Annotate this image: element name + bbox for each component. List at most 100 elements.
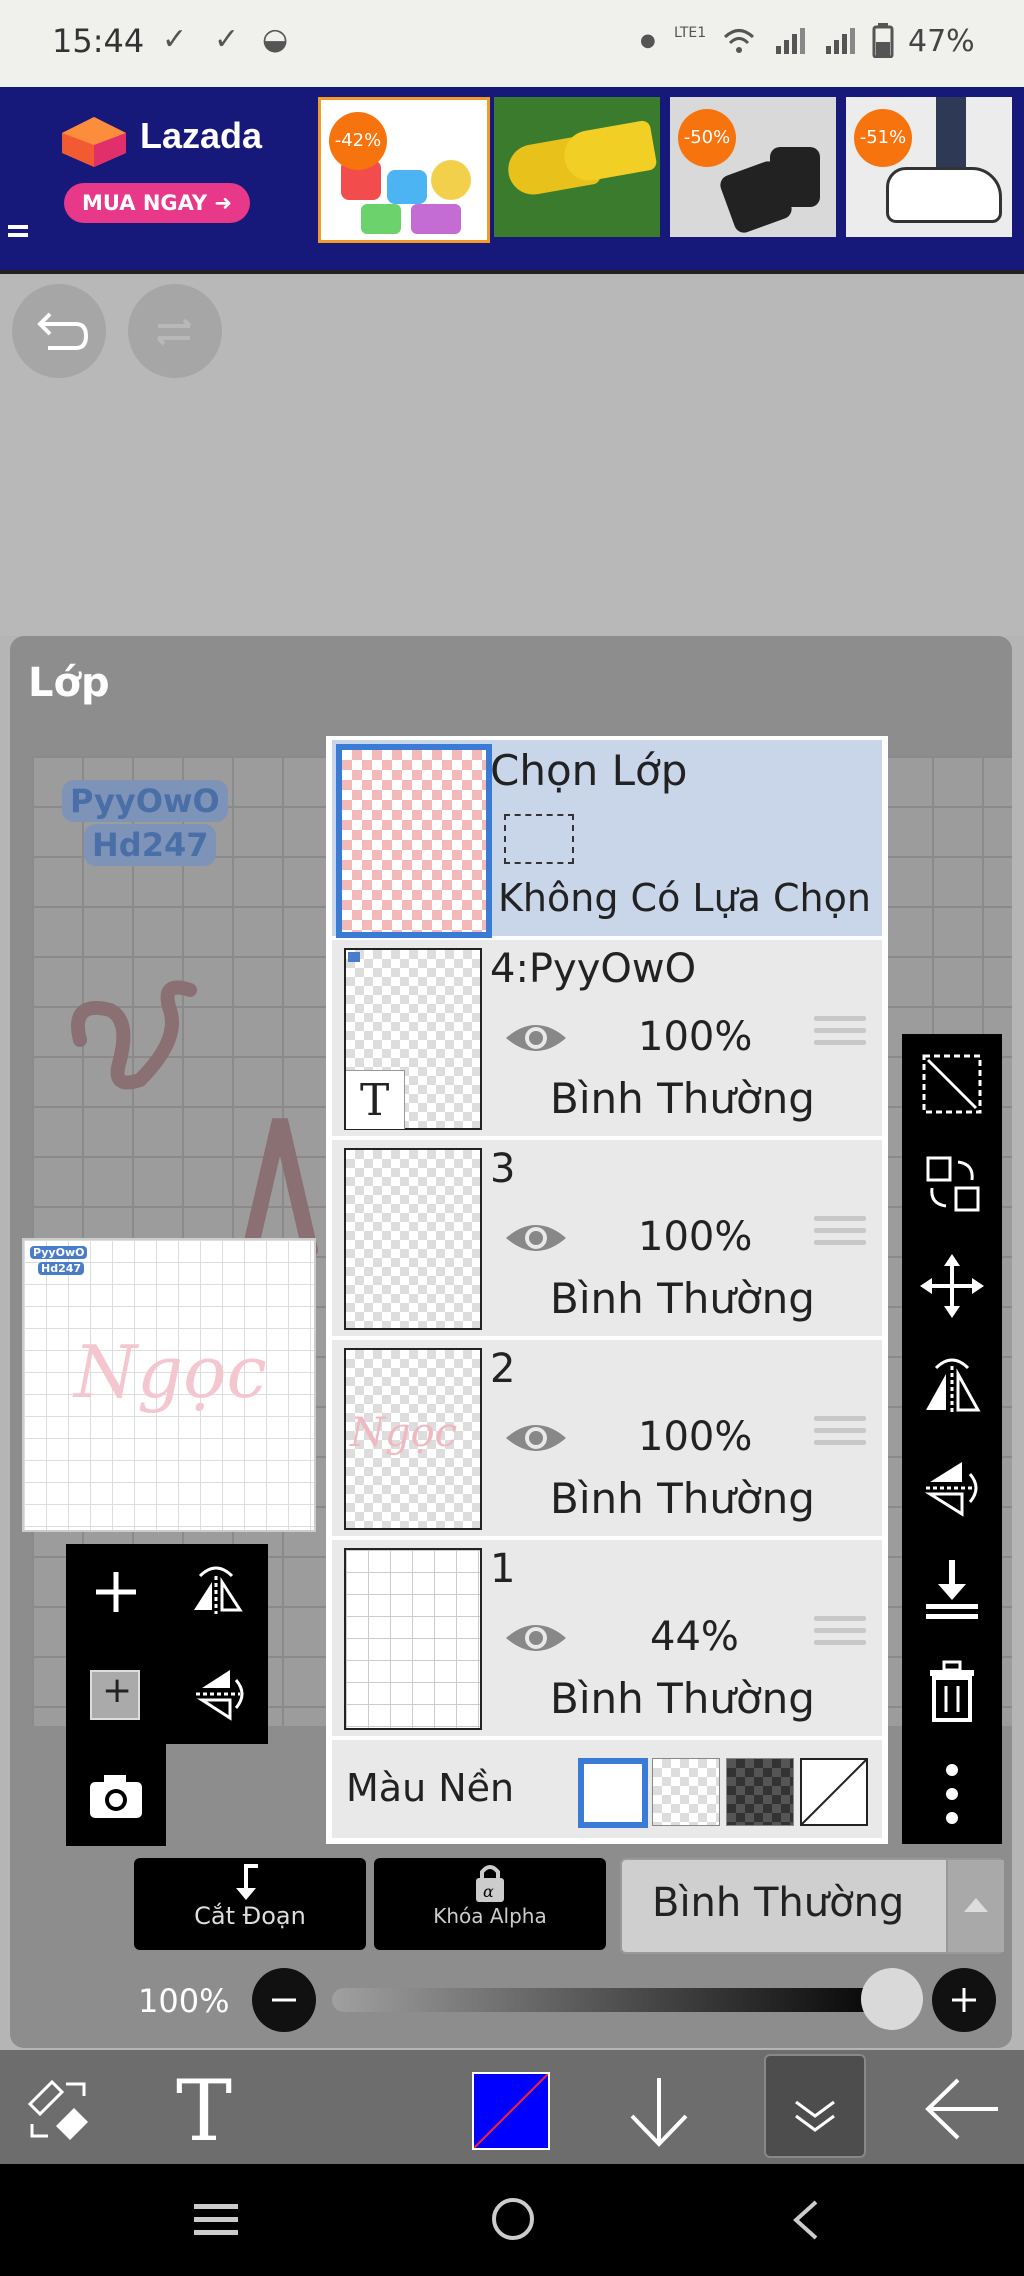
opacity-increase-button[interactable] bbox=[932, 1968, 996, 2032]
layer-thumbnail bbox=[344, 1148, 482, 1330]
drag-handle-icon[interactable] bbox=[814, 1216, 866, 1256]
text-tool-icon[interactable]: T bbox=[172, 2070, 242, 2150]
drag-handle-icon[interactable] bbox=[814, 1416, 866, 1456]
blend-mode-select[interactable]: Bình Thường bbox=[620, 1858, 1004, 1954]
drag-handle-icon[interactable] bbox=[814, 1016, 866, 1056]
status-bar: 15:44 ✓ ✓ ◒ ● LTE1 47% bbox=[0, 0, 1024, 87]
layer-thumbnail bbox=[344, 1548, 482, 1730]
canvas-thumbnail[interactable]: PyyOwO Hd247 Ngọc bbox=[22, 1238, 316, 1532]
ad-product-thumb[interactable] bbox=[494, 97, 660, 237]
menu-bar-icon bbox=[8, 233, 28, 237]
background-label: Màu Nền bbox=[346, 1766, 515, 1810]
chevron-up-icon bbox=[964, 1898, 988, 1912]
opacity-decrease-button[interactable] bbox=[252, 1968, 316, 2032]
signal-icon bbox=[776, 28, 805, 54]
ad-product-thumb[interactable]: -42% bbox=[318, 97, 490, 243]
check-icon: ✓ bbox=[162, 22, 188, 57]
eye-icon[interactable] bbox=[504, 1618, 568, 1658]
toy-shape bbox=[411, 204, 461, 234]
battery-percent: 47% bbox=[908, 24, 975, 59]
heart-doodle bbox=[71, 980, 197, 1090]
ad-brand: Lazada bbox=[140, 115, 263, 156]
layer-thumbnail-text: Ngọc bbox=[350, 1410, 458, 1456]
primary-color-swatch[interactable] bbox=[472, 2072, 550, 2150]
flip-vertical-icon[interactable] bbox=[186, 1662, 250, 1726]
ad-cta-button[interactable]: MUA NGAY ➜ bbox=[64, 183, 250, 223]
selection-subtitle: Không Có Lựa Chọn bbox=[498, 876, 871, 920]
camera-icon[interactable] bbox=[86, 1770, 146, 1822]
clipping-label: Cắt Đoạn bbox=[194, 1902, 306, 1930]
redo-button[interactable] bbox=[128, 284, 222, 378]
ad-banner[interactable]: Lazada MUA NGAY ➜ -42% -50% -51% bbox=[0, 87, 1024, 270]
layer-mark bbox=[348, 952, 360, 962]
recent-apps-icon[interactable] bbox=[190, 2196, 244, 2244]
lazada-logo-icon bbox=[62, 117, 126, 167]
merge-down-icon[interactable] bbox=[918, 1554, 986, 1622]
layer-name: 1 bbox=[490, 1546, 516, 1592]
dot-icon: ● bbox=[640, 30, 656, 51]
blend-mode-value: Bình Thường bbox=[652, 1880, 905, 1926]
eye-icon[interactable] bbox=[504, 1218, 568, 1258]
shoe-shape bbox=[560, 119, 658, 185]
discount-badge: -42% bbox=[329, 112, 387, 170]
layer-opacity: 100% bbox=[638, 1214, 753, 1260]
trash-icon[interactable] bbox=[918, 1656, 986, 1724]
text-layer-glyph: T bbox=[360, 1075, 390, 1126]
select-icon[interactable] bbox=[918, 1050, 986, 1118]
eye-icon[interactable] bbox=[504, 1418, 568, 1458]
toy-shape bbox=[387, 170, 427, 204]
blend-mode-toggle[interactable] bbox=[946, 1860, 1004, 1952]
undo-button[interactable] bbox=[12, 284, 106, 378]
thumbnail-watermark: PyyOwO bbox=[30, 1246, 88, 1259]
layer-name: 3 bbox=[490, 1146, 516, 1192]
flip-horizontal-icon[interactable] bbox=[918, 1352, 986, 1420]
lock-icon: α bbox=[476, 1865, 504, 1902]
opacity-slider-thumb[interactable] bbox=[861, 1968, 923, 2030]
layer-blend-mode: Bình Thường bbox=[550, 1274, 815, 1323]
battery-icon bbox=[872, 23, 894, 58]
bg-white-option[interactable] bbox=[578, 1758, 648, 1828]
back-nav-icon[interactable] bbox=[786, 2196, 826, 2244]
more-icon[interactable] bbox=[918, 1760, 986, 1828]
layer-opacity: 100% bbox=[638, 1014, 753, 1060]
undo-icon bbox=[37, 312, 89, 350]
opacity-slider-track[interactable] bbox=[332, 1988, 902, 2012]
add-layer-button[interactable] bbox=[86, 1562, 146, 1622]
bg-transparent-option[interactable] bbox=[652, 1758, 720, 1826]
signal-icon bbox=[826, 28, 855, 54]
toy-shape bbox=[431, 160, 471, 200]
layer-blend-mode: Bình Thường bbox=[550, 1074, 815, 1123]
eye-icon[interactable] bbox=[504, 1018, 568, 1058]
flip-horizontal-icon[interactable] bbox=[186, 1562, 250, 1622]
selection-thumbnail bbox=[336, 744, 492, 938]
minus-icon bbox=[272, 1998, 296, 2002]
letter-doodle bbox=[242, 1118, 318, 1258]
layer-opacity: 100% bbox=[638, 1414, 753, 1460]
check-icon: ✓ bbox=[214, 22, 240, 57]
clipping-button[interactable]: Cắt Đoạn bbox=[134, 1858, 366, 1950]
transform-icon[interactable] bbox=[918, 1150, 986, 1218]
lte-indicator: LTE1 bbox=[674, 25, 707, 41]
alpha-lock-button[interactable]: α Khóa Alpha bbox=[374, 1858, 606, 1950]
duplicate-layer-button[interactable]: + bbox=[90, 1670, 140, 1720]
plus-glyph: + bbox=[102, 1670, 133, 1711]
thumbnail-text: Ngọc bbox=[74, 1330, 267, 1414]
bg-dark-option[interactable] bbox=[726, 1758, 794, 1826]
opacity-label: 100% bbox=[138, 1982, 230, 2020]
thumbnail-watermark: Hd247 bbox=[38, 1262, 85, 1275]
selection-marquee-icon bbox=[504, 814, 574, 864]
ad-product-thumb[interactable]: -51% bbox=[846, 97, 1012, 237]
discount-badge: -51% bbox=[854, 109, 912, 167]
move-icon[interactable] bbox=[918, 1252, 986, 1320]
layer-panel-toggle[interactable] bbox=[764, 2054, 866, 2158]
back-arrow-icon[interactable] bbox=[922, 2074, 1002, 2144]
eraser-swap-icon[interactable] bbox=[22, 2074, 94, 2146]
arrow-down-icon[interactable] bbox=[624, 2072, 694, 2152]
home-icon[interactable] bbox=[488, 2194, 538, 2244]
shoe-shape bbox=[886, 167, 1002, 223]
flip-vertical-icon[interactable] bbox=[918, 1454, 986, 1522]
drag-handle-icon[interactable] bbox=[814, 1616, 866, 1656]
layer-thumbnail: Ngọc bbox=[344, 1348, 482, 1530]
bg-none-option[interactable] bbox=[800, 1758, 868, 1826]
ad-product-thumb[interactable]: -50% bbox=[670, 97, 836, 237]
